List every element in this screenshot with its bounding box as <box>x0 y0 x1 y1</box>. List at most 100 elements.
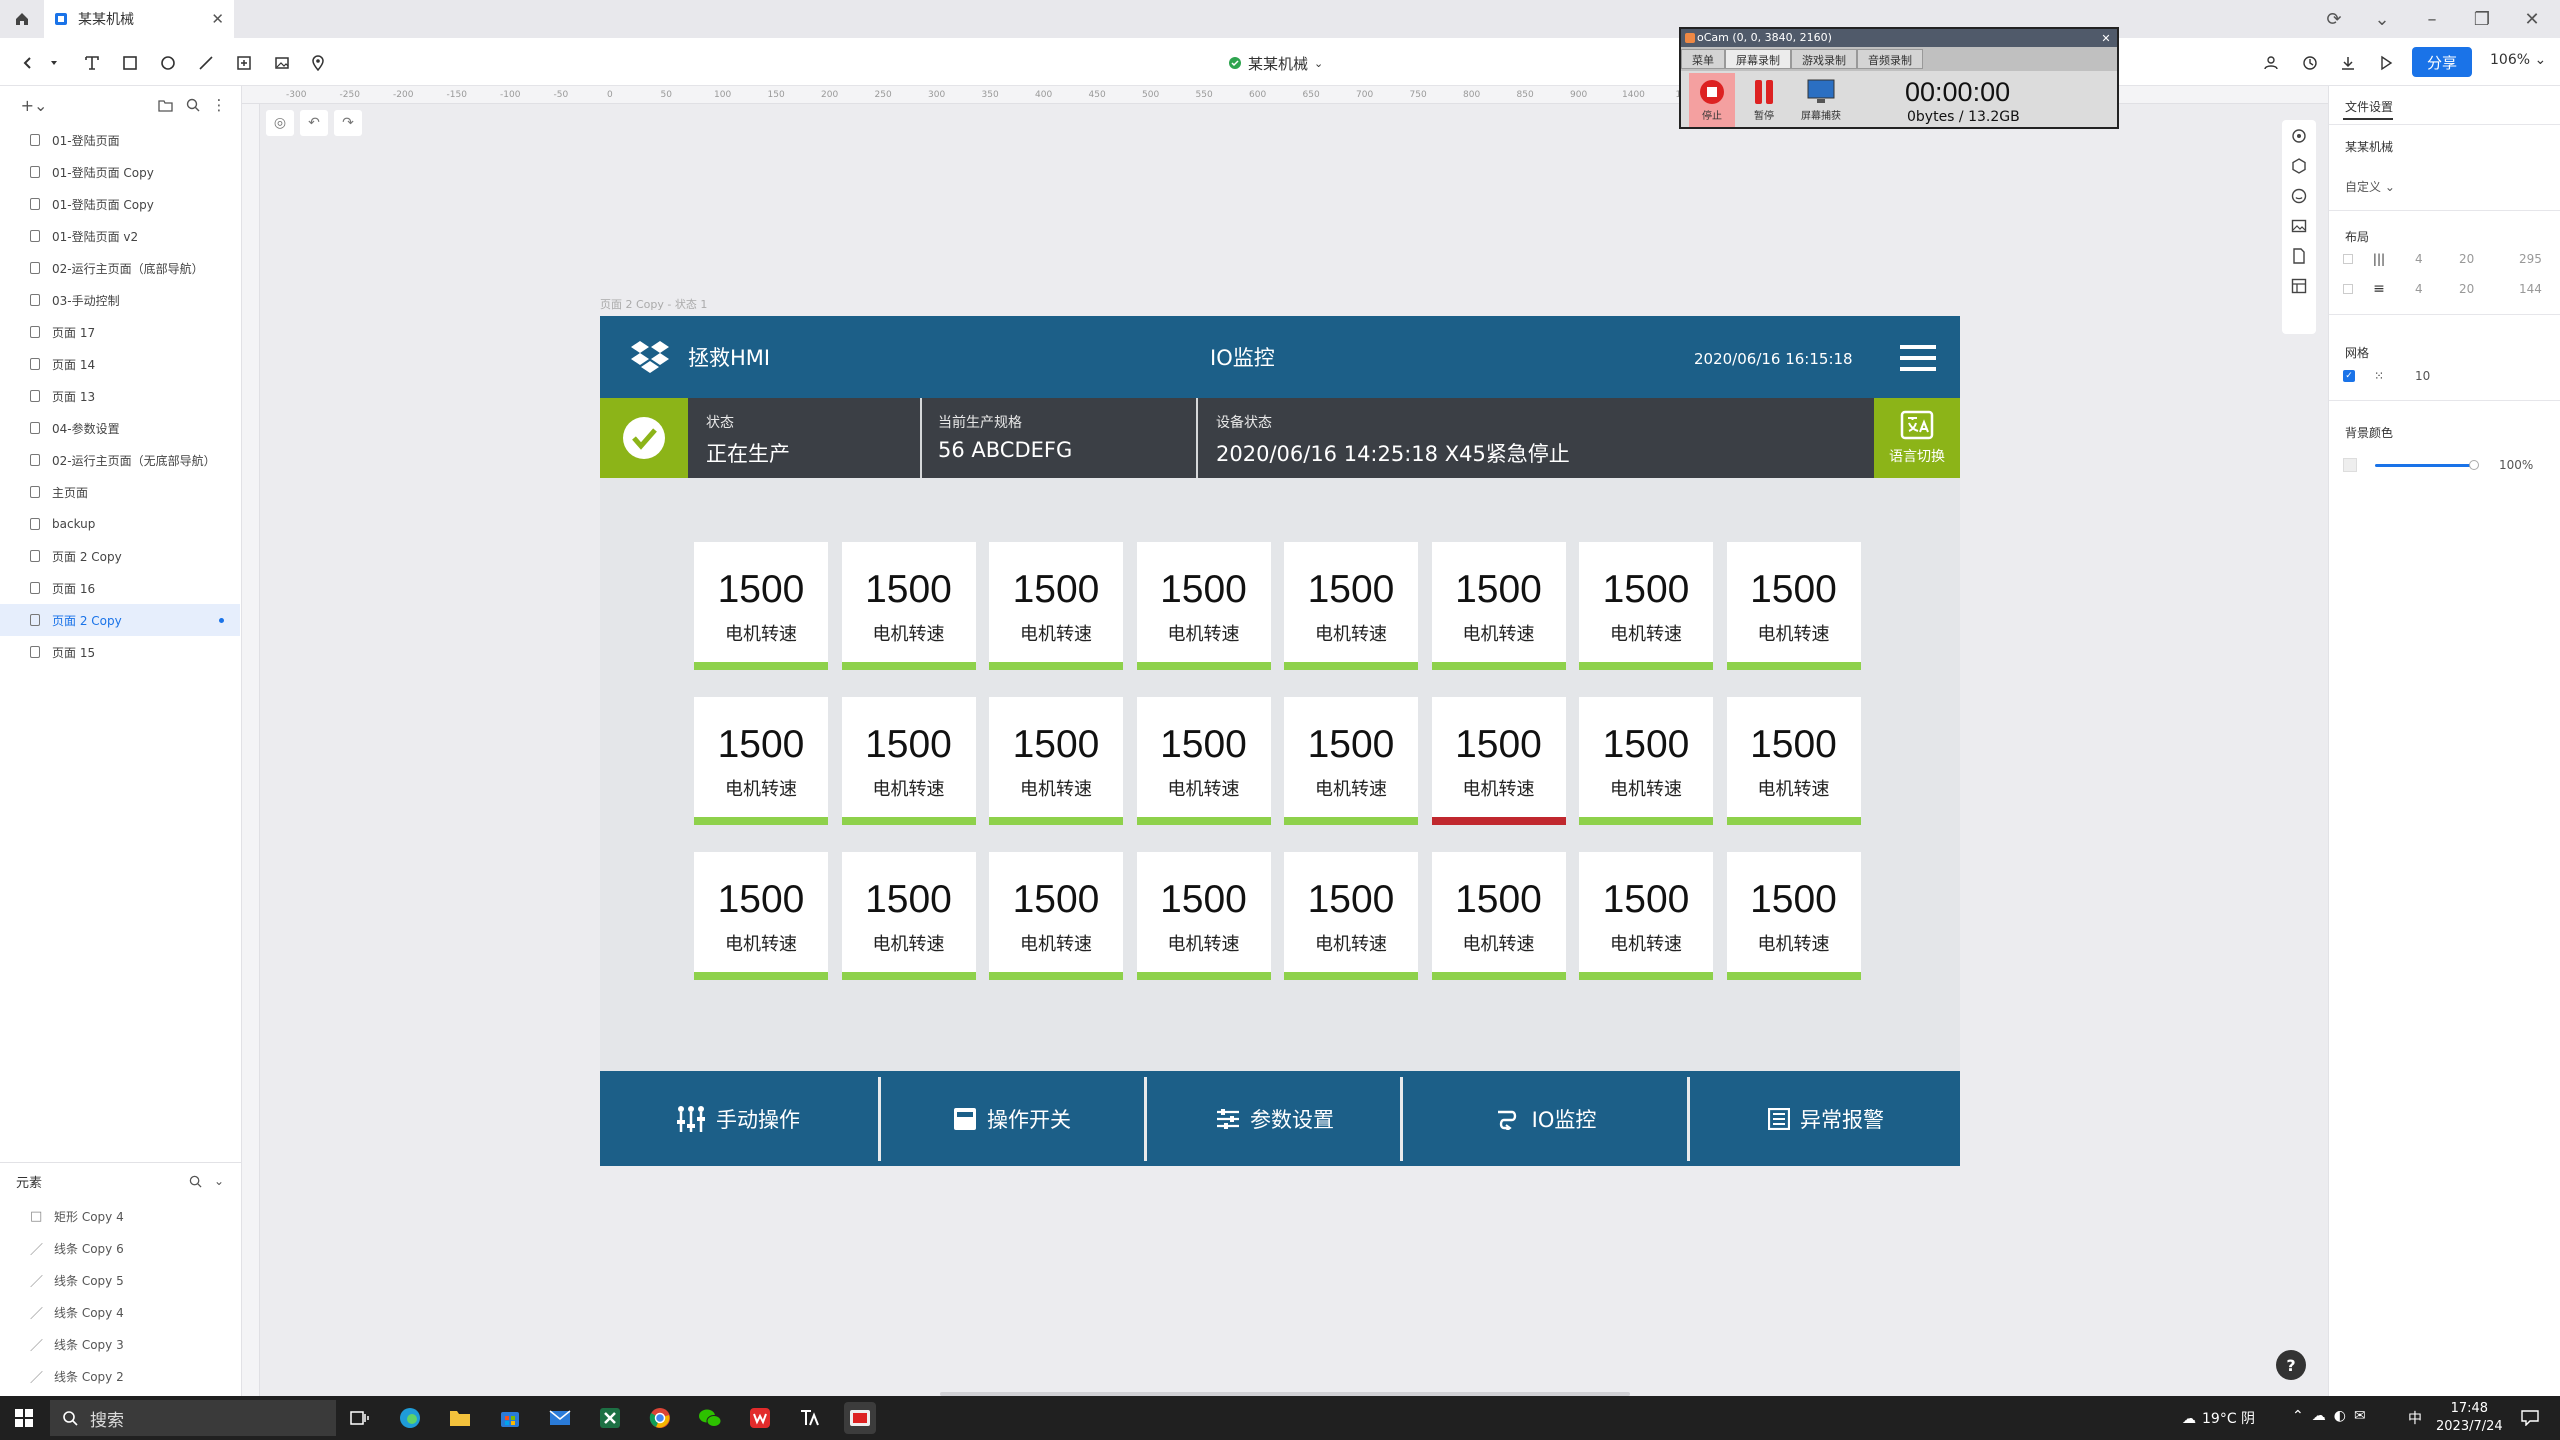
motor-speed-tile[interactable]: 1500 电机转速 <box>694 542 828 670</box>
wps-icon[interactable] <box>744 1402 776 1434</box>
document-tab[interactable]: 某某机械 ✕ <box>44 0 234 38</box>
page-list-item[interactable]: 03-手动控制 <box>0 284 240 316</box>
emoji-icon[interactable] <box>2291 188 2307 204</box>
target-icon[interactable] <box>2291 128 2307 144</box>
motor-speed-tile[interactable]: 1500 电机转速 <box>1284 852 1418 980</box>
wechat-icon[interactable] <box>694 1402 726 1434</box>
zoom-level[interactable]: 106% ⌄ <box>2490 52 2546 68</box>
nav-parameter-settings[interactable]: 参数设置 <box>1148 1071 1402 1166</box>
motor-speed-tile[interactable]: 1500 电机转速 <box>1431 542 1566 670</box>
image-tool-icon[interactable] <box>268 50 296 76</box>
preview-play-icon[interactable] <box>2372 50 2400 76</box>
motor-speed-tile[interactable]: 1500 电机转速 <box>1579 542 1713 670</box>
recorder-tab-audio[interactable]: 音频录制 <box>1857 49 1923 69</box>
recorder-tab-game[interactable]: 游戏录制 <box>1791 49 1857 69</box>
grid-checkbox[interactable]: ✓ <box>2343 370 2355 382</box>
component-tool-icon[interactable] <box>230 50 258 76</box>
background-color-swatch[interactable] <box>2343 458 2357 472</box>
typora-icon[interactable] <box>794 1402 826 1434</box>
motor-speed-tile[interactable]: 1500 电机转速 <box>841 852 976 980</box>
grid-size[interactable]: 10 <box>2415 369 2430 383</box>
chevron-down-icon[interactable]: ⌄ <box>2358 0 2406 38</box>
opacity-slider-handle[interactable] <box>2469 460 2479 470</box>
close-tab-icon[interactable]: ✕ <box>211 10 224 28</box>
file-icon[interactable] <box>2291 248 2307 264</box>
rectangle-tool-icon[interactable] <box>116 50 144 76</box>
page-list-item[interactable]: 页面 15 <box>0 636 240 668</box>
history-dropdown-icon[interactable] <box>40 50 68 76</box>
more-icon[interactable]: ⋮ <box>208 94 230 116</box>
motor-speed-tile[interactable]: 1500 电机转速 <box>989 697 1123 825</box>
back-icon[interactable] <box>14 50 42 76</box>
hamburger-menu-icon[interactable] <box>1900 344 1936 372</box>
image-icon[interactable] <box>2291 218 2307 234</box>
page-list-item[interactable]: backup <box>0 508 240 540</box>
invite-user-icon[interactable] <box>2258 50 2286 76</box>
page-list-item[interactable]: 02-运行主页面（底部导航） <box>0 252 240 284</box>
size-preset-select[interactable]: 自定义 ⌄ <box>2345 178 2395 195</box>
element-list-item[interactable]: ／ 线条 Copy 4 <box>0 1296 240 1328</box>
page-list-item[interactable]: 02-运行主页面（无底部导航） <box>0 444 240 476</box>
share-button[interactable]: 分享 <box>2412 47 2472 77</box>
rows-gutter[interactable]: 20 <box>2459 282 2474 296</box>
search-icon[interactable] <box>186 1172 204 1190</box>
page-list-item[interactable]: 04-参数设置 <box>0 412 240 444</box>
page-list-item[interactable]: 主页面 <box>0 476 240 508</box>
page-list-item[interactable]: 页面 2 Copy <box>0 604 240 636</box>
store-icon[interactable] <box>494 1402 526 1434</box>
component-cube-icon[interactable] <box>2291 158 2307 174</box>
stop-record-button[interactable]: 停止 <box>1689 73 1735 127</box>
page-list-item[interactable]: 01-登陆页面 Copy <box>0 156 240 188</box>
add-page-icon[interactable]: +⌄ <box>16 94 52 116</box>
target-icon[interactable]: ◎ <box>266 110 294 136</box>
element-list-item[interactable]: ／ 线条 Copy 5 <box>0 1264 240 1296</box>
motor-speed-tile[interactable]: 1500 电机转速 <box>1284 697 1418 825</box>
page-selector[interactable]: 某某机械 ⌄ <box>1228 50 1323 76</box>
screen-capture-button[interactable]: 屏幕捕获 <box>1793 73 1849 127</box>
rows-count[interactable]: 4 <box>2415 282 2423 296</box>
taskbar-clock[interactable]: 17:48 2023/7/24 <box>2436 1400 2503 1436</box>
notification-icon[interactable] <box>2516 1404 2544 1432</box>
page-list-item[interactable]: 01-登陆页面 v2 <box>0 220 240 252</box>
layout-columns-checkbox[interactable] <box>2343 254 2353 264</box>
element-list-item[interactable]: ／ 线条 Copy 6 <box>0 1232 240 1264</box>
page-list-item[interactable]: 页面 2 Copy <box>0 540 240 572</box>
motor-speed-tile[interactable]: 1500 电机转速 <box>1726 852 1861 980</box>
windows-start-icon[interactable] <box>0 1396 48 1440</box>
excel-icon[interactable] <box>594 1402 626 1434</box>
motor-speed-tile[interactable]: 1500 电机转速 <box>1726 542 1861 670</box>
page-list-item[interactable]: 页面 13 <box>0 380 240 412</box>
refresh-icon[interactable]: ⟳ <box>2310 0 2358 38</box>
taskbar-search[interactable]: 搜索 <box>50 1400 336 1436</box>
opacity-value[interactable]: 100% <box>2499 458 2533 472</box>
close-window-icon[interactable]: ✕ <box>2508 0 2556 38</box>
element-list-item[interactable]: □ 矩形 Copy 4 <box>0 1200 240 1232</box>
page-list-item[interactable]: 01-登陆页面 <box>0 124 240 156</box>
text-tool-icon[interactable] <box>78 50 106 76</box>
motor-speed-tile[interactable]: 1500 电机转速 <box>1136 852 1271 980</box>
columns-count[interactable]: 4 <box>2415 252 2423 266</box>
motor-speed-tile[interactable]: 1500 电机转速 <box>989 852 1123 980</box>
close-icon[interactable]: ✕ <box>2097 29 2115 47</box>
edge-browser-icon[interactable] <box>394 1402 426 1434</box>
element-list-item[interactable]: ／ 线条 Copy 3 <box>0 1328 240 1360</box>
task-view-icon[interactable] <box>344 1402 376 1434</box>
rows-height[interactable]: 144 <box>2519 282 2542 296</box>
page-list-item[interactable]: 页面 14 <box>0 348 240 380</box>
restore-icon[interactable]: ❐ <box>2458 0 2506 38</box>
motor-speed-tile[interactable]: 1500 电机转速 <box>989 542 1123 670</box>
language-switch-button[interactable]: 语言切换 <box>1874 398 1960 478</box>
motor-speed-tile[interactable]: 1500 电机转速 <box>694 697 828 825</box>
ocam-taskbar-icon[interactable] <box>844 1402 876 1434</box>
columns-gutter[interactable]: 20 <box>2459 252 2474 266</box>
minimize-icon[interactable]: – <box>2408 0 2456 38</box>
folder-icon[interactable] <box>154 94 176 116</box>
nav-alarm[interactable]: 异常报警 <box>1692 1071 1960 1166</box>
file-explorer-icon[interactable] <box>444 1402 476 1434</box>
input-method-indicator[interactable]: 中 <box>2408 1408 2422 1428</box>
motor-speed-tile[interactable]: 1500 电机转速 <box>1579 697 1713 825</box>
line-tool-icon[interactable] <box>192 50 220 76</box>
recorder-tab-screen[interactable]: 屏幕录制 <box>1725 49 1791 69</box>
system-tray-icons[interactable]: ⌃☁◐✉ <box>2292 1408 2374 1424</box>
element-list-item[interactable]: ／ 线条 Copy 2 <box>0 1360 240 1392</box>
